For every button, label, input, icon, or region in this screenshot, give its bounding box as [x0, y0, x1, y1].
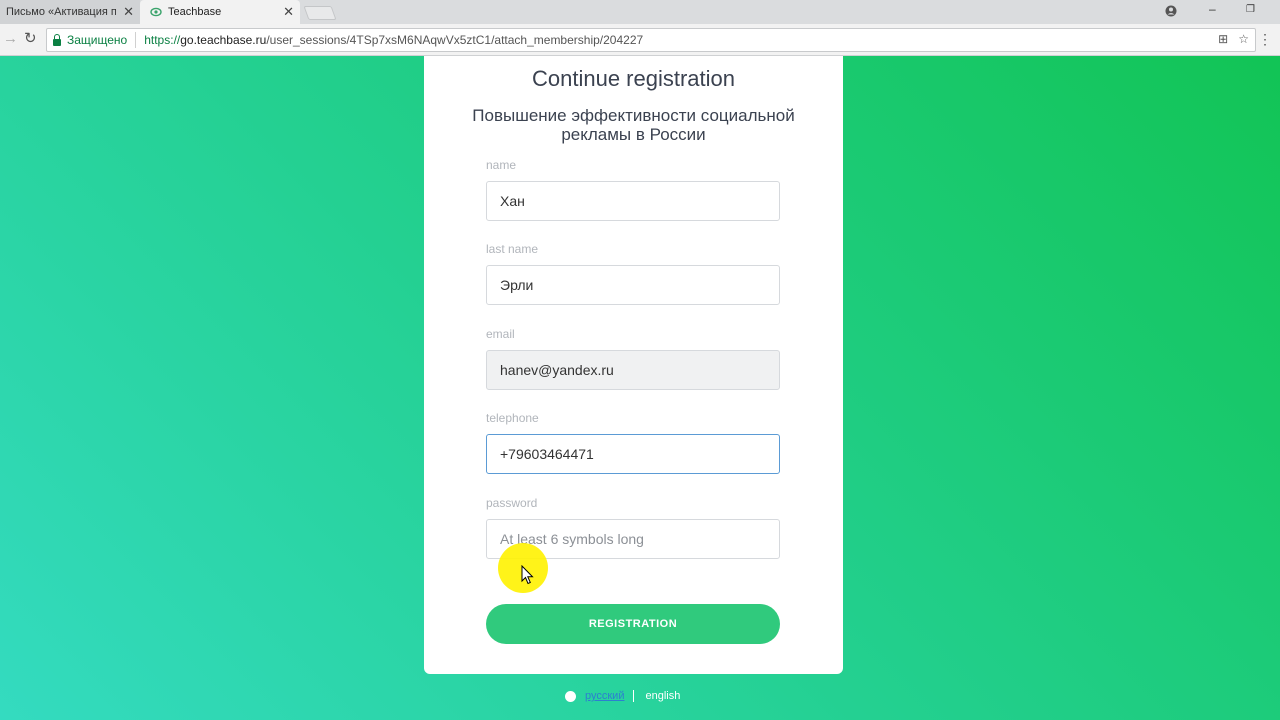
tab-teachbase[interactable]: Teachbase ✕	[140, 0, 300, 24]
tab-strip: Письмо «Активация по ✕ Teachbase ✕ – ❐	[0, 0, 1280, 24]
teachbase-favicon-icon	[150, 7, 162, 17]
language-russian-link[interactable]: русский	[585, 690, 635, 702]
address-bar[interactable]: Защищено https://go.teachbase.ru/user_se…	[46, 28, 1256, 52]
tab-mail[interactable]: Письмо «Активация по ✕	[0, 0, 140, 24]
url-text[interactable]: https://go.teachbase.ru/user_sessions/4T…	[136, 33, 643, 47]
secure-label: Защищено	[67, 33, 128, 47]
registration-button[interactable]: REGISTRATION	[486, 604, 780, 644]
url-host: go.teachbase.ru	[180, 33, 267, 47]
tab-title: Письмо «Активация по	[6, 6, 116, 18]
telephone-label: telephone	[486, 411, 539, 425]
new-tab-button[interactable]	[303, 6, 337, 20]
menu-icon[interactable]: ⋮	[1258, 31, 1272, 48]
url-path: /user_sessions/4TSp7xsM6NAqwVx5ztC1/atta…	[266, 33, 644, 47]
translate-icon[interactable]: ⊞	[1218, 32, 1228, 46]
url-scheme: https://	[144, 33, 181, 47]
bookmark-star-icon[interactable]: ☆	[1238, 32, 1249, 46]
mouse-cursor-icon	[521, 565, 534, 585]
tab-title: Teachbase	[168, 6, 222, 18]
security-indicator[interactable]: Защищено	[47, 32, 137, 48]
registration-card: Continue registration Повышение эффектив…	[424, 56, 843, 674]
language-english-link[interactable]: english	[634, 690, 680, 702]
close-icon[interactable]: ✕	[283, 4, 294, 20]
globe-icon	[565, 690, 576, 702]
profile-icon[interactable]	[1165, 5, 1177, 17]
minimize-icon[interactable]: –	[1209, 2, 1216, 16]
telephone-field[interactable]: +79603464471	[486, 434, 780, 474]
page-background: Continue registration Повышение эффектив…	[0, 56, 1280, 720]
language-switcher: русский english	[565, 690, 680, 702]
last-name-field[interactable]: Эрли	[486, 265, 780, 305]
name-label: name	[486, 158, 517, 172]
password-label: password	[486, 496, 538, 510]
lock-icon	[53, 33, 61, 46]
reload-icon[interactable]: ↻	[24, 30, 37, 48]
name-field[interactable]: Хан	[486, 181, 780, 221]
browser-toolbar: → ↻ Защищено https://go.teachbase.ru/use…	[0, 24, 1280, 56]
email-field[interactable]: hanev@yandex.ru	[486, 350, 780, 390]
email-label: email	[486, 327, 515, 341]
close-icon[interactable]: ✕	[123, 4, 134, 20]
restore-icon[interactable]: ❐	[1246, 3, 1255, 17]
forward-arrow-icon[interactable]: →	[3, 30, 18, 48]
last-name-label: last name	[486, 242, 539, 256]
page-title: Continue registration	[531, 66, 735, 91]
course-title: Повышение эффективности социальной рекла…	[472, 106, 795, 144]
